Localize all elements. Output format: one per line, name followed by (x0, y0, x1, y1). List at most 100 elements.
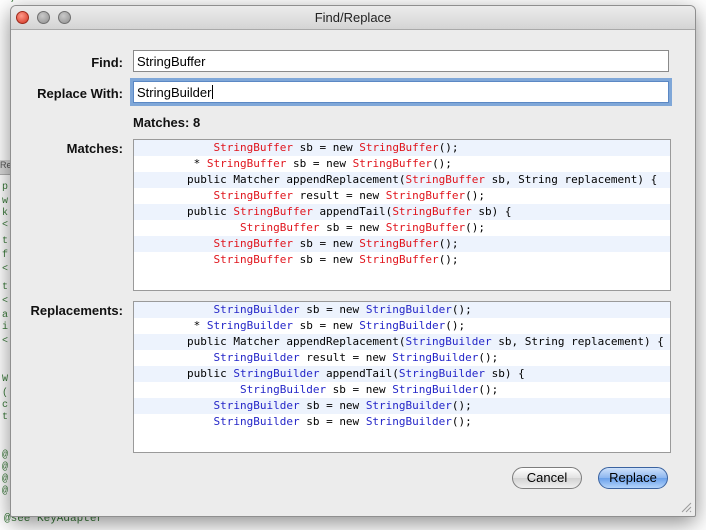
highlighted-token: StringBuffer (359, 237, 439, 250)
replacement-row[interactable]: StringBuilder sb = new StringBuilder(); (134, 382, 670, 398)
code-text: sb = new (299, 303, 366, 316)
code-text: sb) { (471, 205, 512, 218)
match-row[interactable]: StringBuffer sb = new StringBuffer(); (134, 140, 670, 156)
replace-button[interactable]: Replace (598, 467, 668, 489)
replacement-row[interactable]: * StringBuilder sb = new StringBuilder()… (134, 318, 670, 334)
background-code-fragment: c (2, 400, 9, 411)
code-text: public Matcher appendReplacement( (186, 173, 406, 186)
background-code-fragment: W (2, 374, 9, 385)
match-row[interactable]: StringBuffer sb = new StringBuffer(); (134, 252, 670, 268)
code-text: (); (451, 303, 472, 316)
match-row[interactable]: StringBuffer sb = new StringBuffer(); (134, 236, 670, 252)
highlighted-token: StringBuilder (365, 415, 452, 428)
code-text: (); (438, 141, 459, 154)
resize-grip-icon[interactable] (680, 501, 692, 513)
match-row[interactable]: public Matcher appendReplacement(StringB… (134, 172, 670, 188)
code-text: sb = new (299, 415, 366, 428)
code-text: public Matcher appendReplacement( (186, 335, 406, 348)
code-text: (); (438, 237, 459, 250)
background-code-fragment: p (2, 182, 9, 193)
highlighted-token: StringBuffer (233, 205, 313, 218)
highlighted-token: StringBuilder (233, 367, 320, 380)
replacement-row[interactable]: public Matcher appendReplacement(StringB… (134, 334, 670, 350)
background-code-fragment: @ (2, 486, 9, 497)
highlighted-token: StringBuffer (213, 237, 293, 250)
replacements-label: Replacements: (30, 303, 123, 318)
background-code-fragment: ( (2, 388, 9, 399)
code-text: sb = new (286, 157, 353, 170)
highlighted-token: StringBuilder (392, 383, 479, 396)
highlighted-token: StringBuilder (239, 383, 327, 396)
match-row[interactable]: StringBuffer sb = new StringBuffer(); (134, 220, 670, 236)
cancel-button[interactable]: Cancel (512, 467, 582, 489)
text-caret (212, 85, 214, 99)
code-text: result = new (299, 351, 393, 364)
match-row[interactable]: * StringBuffer sb = new StringBuffer(); (134, 156, 670, 172)
code-text: (); (465, 189, 486, 202)
highlighted-token: StringBuilder (365, 399, 452, 412)
highlighted-token: StringBuffer (385, 221, 466, 234)
matches-label: Matches: (66, 141, 123, 156)
find-field[interactable]: StringBuffer (133, 50, 669, 72)
code-text: (); (465, 221, 486, 234)
replacements-list[interactable]: StringBuilder sb = new StringBuilder(); … (133, 301, 671, 453)
code-text: (); (432, 157, 452, 170)
match-row[interactable]: StringBuffer result = new StringBuffer()… (134, 188, 670, 204)
replacement-row[interactable]: StringBuilder result = new StringBuilder… (134, 350, 670, 366)
match-row[interactable]: public StringBuffer appendTail(StringBuf… (134, 204, 670, 220)
highlighted-token: StringBuffer (385, 189, 466, 202)
background-code-fragment: < (2, 296, 9, 307)
background-code-fragment: i (2, 322, 9, 333)
background-code-fragment: t (2, 282, 9, 293)
highlighted-token: StringBuffer (239, 221, 320, 234)
highlighted-token: StringBuffer (206, 157, 287, 170)
code-text: sb = new (299, 399, 366, 412)
highlighted-token: StringBuilder (206, 319, 293, 332)
code-text: appendTail( (312, 205, 393, 218)
code-text: (); (451, 415, 472, 428)
code-text: public (186, 205, 234, 218)
replacement-row[interactable]: public StringBuilder appendTail(StringBu… (134, 366, 670, 382)
highlighted-token: StringBuilder (405, 335, 492, 348)
background-code-fragment: < (2, 336, 9, 347)
background-code-fragment: @ (2, 474, 9, 485)
code-text: sb = new (292, 319, 360, 332)
code-text: sb = new (319, 221, 386, 234)
code-text: (); (438, 253, 459, 266)
replacement-row[interactable]: StringBuilder sb = new StringBuilder(); (134, 414, 670, 430)
highlighted-token: StringBuilder (213, 303, 300, 316)
replacement-row[interactable]: StringBuilder sb = new StringBuilder(); (134, 398, 670, 414)
replace-with-field[interactable]: StringBuilder (133, 81, 669, 103)
highlighted-token: StringBuilder (213, 415, 300, 428)
background-code-fragment: t (2, 236, 9, 247)
code-text: (); (478, 383, 499, 396)
highlighted-token: StringBuffer (213, 253, 293, 266)
code-text: (); (478, 351, 499, 364)
highlighted-token: StringBuilder (398, 367, 486, 380)
window-title: Find/Replace (314, 10, 392, 25)
matches-list[interactable]: StringBuffer sb = new StringBuffer(); * … (133, 139, 671, 291)
highlighted-token: StringBuilder (392, 351, 479, 364)
title-bar[interactable]: Find/Replace (11, 6, 695, 30)
background-code-fragment: < (2, 220, 9, 231)
code-text: sb, String replacement) { (491, 335, 664, 348)
code-text: sb) { (485, 367, 525, 380)
code-indent: * (134, 319, 207, 332)
background-code-fragment: < (2, 264, 9, 275)
code-text: result = new (292, 189, 386, 202)
code-text: sb = new (292, 253, 360, 266)
replace-with-label: Replace With: (37, 86, 123, 101)
replacement-row[interactable]: StringBuilder sb = new StringBuilder(); (134, 302, 670, 318)
code-text: sb, String replacement) { (485, 173, 658, 186)
code-text: public (186, 367, 234, 380)
background-code-fragment: f (2, 250, 9, 261)
